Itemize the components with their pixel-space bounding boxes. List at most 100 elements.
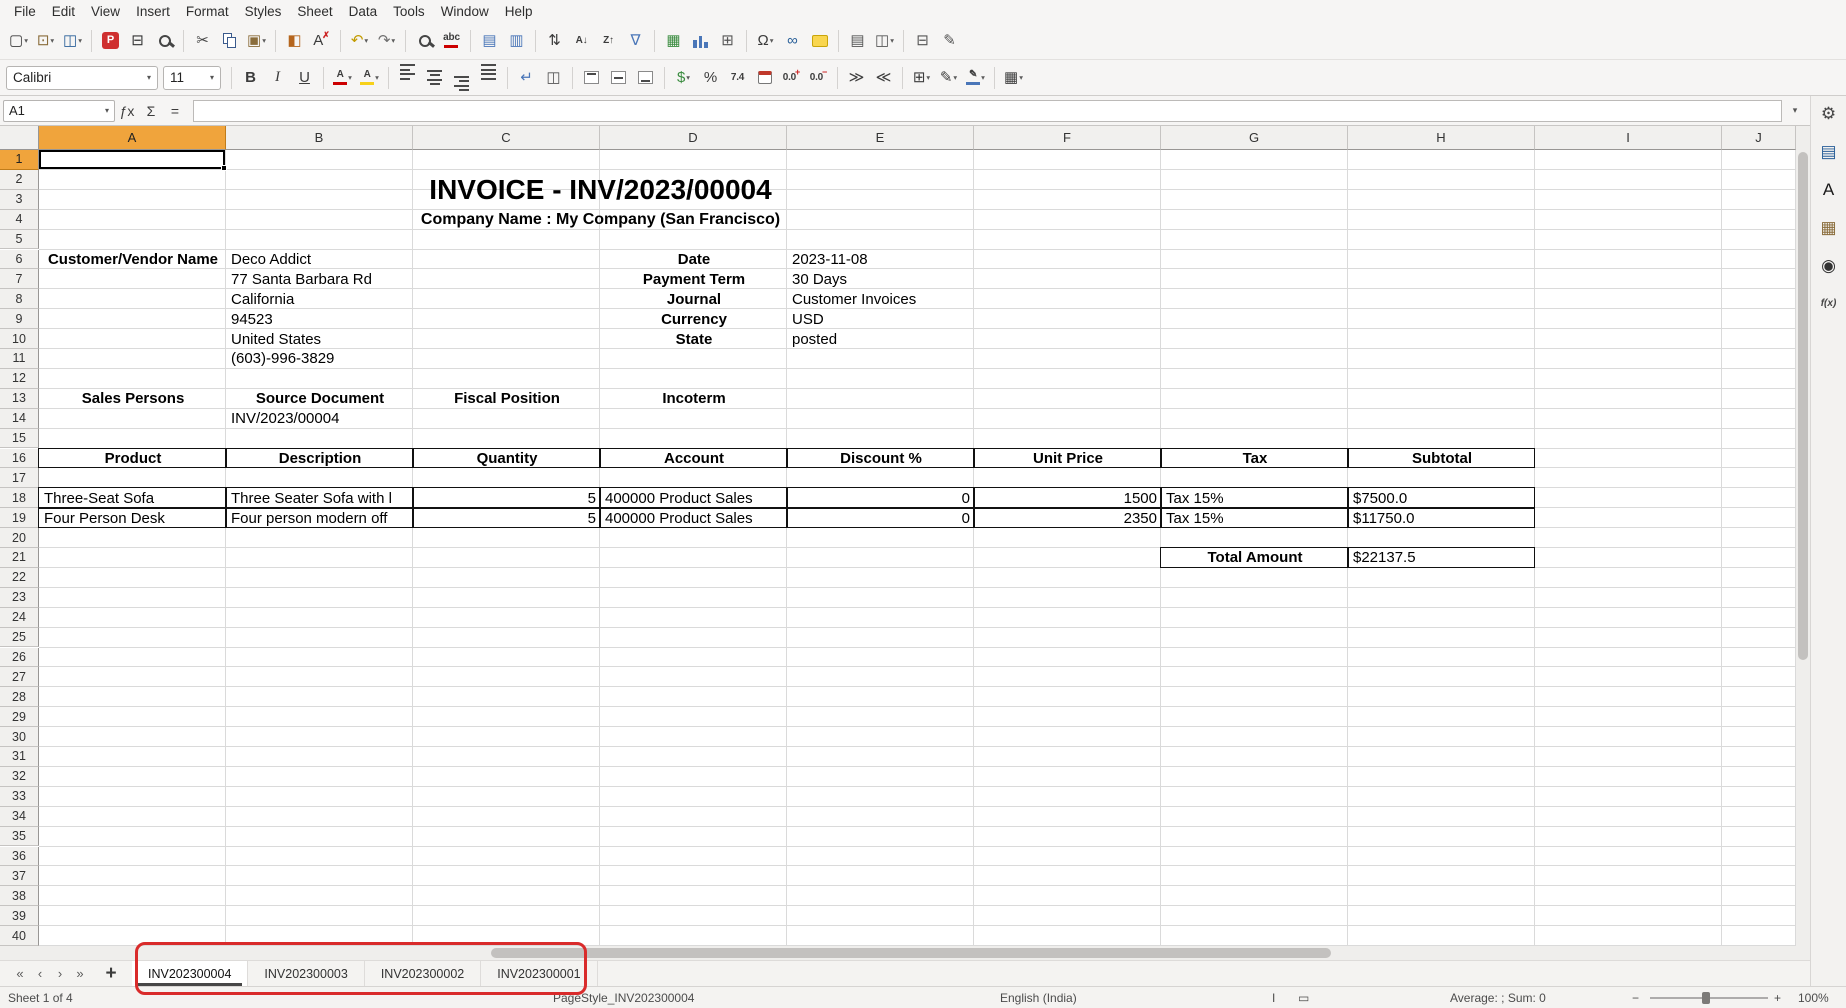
- decrease-indent-icon[interactable]: ≪: [870, 64, 897, 91]
- cell-E19[interactable]: 0: [788, 508, 974, 528]
- cell-E10[interactable]: posted: [788, 329, 974, 349]
- pivot-table-icon[interactable]: ⊞: [714, 27, 741, 54]
- justified-icon[interactable]: [475, 64, 502, 91]
- cell-D10[interactable]: State: [601, 329, 787, 349]
- row-header-10[interactable]: 10: [0, 329, 39, 349]
- menu-view[interactable]: View: [83, 2, 128, 21]
- export-pdf-icon[interactable]: P: [97, 27, 124, 54]
- sort-icon[interactable]: ⇅: [541, 27, 568, 54]
- select-sum-button[interactable]: Σ: [139, 99, 163, 123]
- cut-icon[interactable]: ✂: [189, 27, 216, 54]
- border-style-icon[interactable]: ✎▾: [935, 64, 962, 91]
- row-header-22[interactable]: 22: [0, 568, 39, 588]
- horizontal-scrollbar-thumb[interactable]: [491, 948, 1331, 958]
- row-header-14[interactable]: 14: [0, 409, 39, 429]
- equals-button[interactable]: =: [163, 99, 187, 123]
- cell-F16[interactable]: Unit Price: [975, 449, 1161, 469]
- chevron-down-icon[interactable]: ▾: [210, 73, 214, 82]
- sheet-tab-INV202300001[interactable]: INV202300001: [481, 961, 597, 986]
- column-header-G[interactable]: G: [1161, 126, 1348, 150]
- formula-input[interactable]: [193, 100, 1782, 122]
- row-header-33[interactable]: 33: [0, 787, 39, 807]
- cell-D6[interactable]: Date: [601, 250, 787, 270]
- vertical-scrollbar[interactable]: [1796, 126, 1810, 946]
- zoom-level[interactable]: 100%: [1798, 991, 1829, 1005]
- column-header-I[interactable]: I: [1535, 126, 1722, 150]
- cell-D18[interactable]: 400000 Product Sales: [601, 488, 787, 508]
- cell-G21[interactable]: Total Amount: [1162, 548, 1348, 568]
- row-header-28[interactable]: 28: [0, 687, 39, 707]
- column-header-F[interactable]: F: [974, 126, 1161, 150]
- clone-formatting-icon[interactable]: ◧: [281, 27, 308, 54]
- merge-cells-icon[interactable]: ◫: [540, 64, 567, 91]
- format-as-number-icon[interactable]: 7.4: [724, 64, 751, 91]
- cell-B11[interactable]: (603)-996-3829: [227, 349, 413, 369]
- cell-D19[interactable]: 400000 Product Sales: [601, 508, 787, 528]
- menu-help[interactable]: Help: [497, 2, 541, 21]
- previous-sheet-icon[interactable]: ‹: [30, 966, 50, 981]
- headers-footers-icon[interactable]: ▤: [844, 27, 871, 54]
- cell-B6[interactable]: Deco Addict: [227, 250, 413, 270]
- row-header-6[interactable]: 6: [0, 250, 39, 270]
- sort-ascending-icon[interactable]: A↓: [568, 27, 595, 54]
- insert-comment-icon[interactable]: [806, 27, 833, 54]
- cell-E6[interactable]: 2023-11-08: [788, 250, 974, 270]
- gallery-deck-icon[interactable]: ▦: [1816, 215, 1841, 240]
- align-top-icon[interactable]: [578, 64, 605, 91]
- column-header-A[interactable]: A: [39, 126, 226, 150]
- row-header-24[interactable]: 24: [0, 608, 39, 628]
- print-icon[interactable]: ⊟: [124, 27, 151, 54]
- format-as-percent-icon[interactable]: %: [697, 64, 724, 91]
- properties-deck-icon[interactable]: ▤: [1816, 139, 1841, 164]
- expand-formula-bar-icon[interactable]: ▾: [1786, 105, 1804, 116]
- zoom-slider-thumb[interactable]: [1702, 992, 1710, 1004]
- name-box[interactable]: A1 ▾: [3, 100, 115, 122]
- cell-B13[interactable]: Source Document: [227, 389, 413, 409]
- menu-window[interactable]: Window: [433, 2, 497, 21]
- cell-G18[interactable]: Tax 15%: [1162, 488, 1348, 508]
- menu-file[interactable]: File: [6, 2, 44, 21]
- increase-indent-icon[interactable]: ≫: [843, 64, 870, 91]
- cell-C19[interactable]: 5: [414, 508, 600, 528]
- find-replace-icon[interactable]: [411, 27, 438, 54]
- column-header-B[interactable]: B: [226, 126, 413, 150]
- column-header-C[interactable]: C: [413, 126, 600, 150]
- column-header-J[interactable]: J: [1722, 126, 1796, 150]
- undo-icon[interactable]: ↶▾: [346, 27, 373, 54]
- menu-data[interactable]: Data: [341, 2, 386, 21]
- sheet-position[interactable]: Sheet 1 of 4: [8, 991, 73, 1005]
- chevron-down-icon[interactable]: ▾: [147, 73, 151, 82]
- cell-E9[interactable]: USD: [788, 309, 974, 329]
- cell-B16[interactable]: Description: [227, 449, 413, 469]
- align-bottom-icon[interactable]: [632, 64, 659, 91]
- add-decimal-place-icon[interactable]: 0.0+: [778, 64, 805, 91]
- next-sheet-icon[interactable]: ›: [50, 966, 70, 981]
- font-name-combo[interactable]: Calibri ▾: [6, 66, 158, 90]
- row-header-7[interactable]: 7: [0, 269, 39, 289]
- row-header-12[interactable]: 12: [0, 369, 39, 389]
- column-header-D[interactable]: D: [600, 126, 787, 150]
- insert-mode-icon[interactable]: I: [1272, 991, 1275, 1005]
- cell-F19[interactable]: 2350: [975, 508, 1161, 528]
- menu-styles[interactable]: Styles: [237, 2, 290, 21]
- center-vertically-icon[interactable]: [605, 64, 632, 91]
- print-preview-icon[interactable]: [151, 27, 178, 54]
- row-header-11[interactable]: 11: [0, 349, 39, 369]
- row-header-21[interactable]: 21: [0, 548, 39, 568]
- sheet-tab-INV202300003[interactable]: INV202300003: [248, 961, 364, 986]
- insert-chart-icon[interactable]: [687, 27, 714, 54]
- open-file-icon[interactable]: ⊡▾: [32, 27, 59, 54]
- last-sheet-icon[interactable]: »: [70, 966, 90, 981]
- border-color-icon[interactable]: ✎▾: [962, 64, 989, 91]
- format-as-date-icon[interactable]: [751, 64, 778, 91]
- cell-A4[interactable]: Company Name : My Company (San Francisco…: [40, 210, 1161, 230]
- row-header-39[interactable]: 39: [0, 906, 39, 926]
- cell-H19[interactable]: $11750.0: [1349, 508, 1535, 528]
- row-header-3[interactable]: 3: [0, 190, 39, 210]
- cell-C16[interactable]: Quantity: [414, 449, 600, 469]
- insert-column-icon[interactable]: ▥: [503, 27, 530, 54]
- row-header-20[interactable]: 20: [0, 528, 39, 548]
- copy-icon[interactable]: [216, 27, 243, 54]
- format-as-currency-icon[interactable]: $▾: [670, 64, 697, 91]
- italic-icon[interactable]: I: [264, 64, 291, 91]
